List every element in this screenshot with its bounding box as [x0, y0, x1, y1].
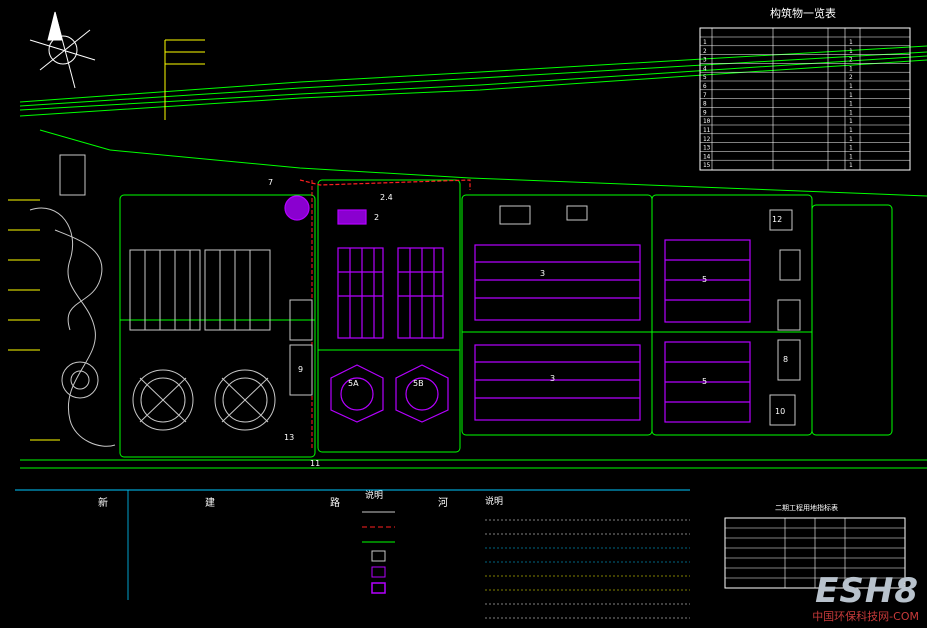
- unit-label-2: 2: [374, 213, 379, 222]
- red-boundary-line: [299, 179, 471, 190]
- table-row-number: 12: [703, 136, 711, 143]
- table-row-number: 1: [703, 39, 707, 46]
- table-row-number: 4: [703, 65, 707, 72]
- unit-label-3b: 3: [550, 374, 555, 383]
- table-row-qty: 2: [849, 74, 853, 81]
- watermark: ESH8 中国环保科技网-COM: [812, 574, 919, 624]
- table-row-qty: 1: [849, 127, 853, 134]
- watermark-site: 中国环保科技网-COM: [812, 610, 919, 623]
- table-row-number: 3: [703, 57, 707, 64]
- site-plan-drawing: 2 2.4 3 3 5 5 5A 5B 8 9 10 11 12 13 7 构筑…: [8, 6, 927, 619]
- landscape-area: [29, 154, 116, 447]
- road-char-4: 河: [438, 497, 448, 509]
- unit-label-5a: 5: [702, 275, 707, 284]
- table-row-number: 14: [703, 153, 711, 160]
- watermark-logo: ESH8: [815, 571, 919, 611]
- land-use-table-title: 二期工程用地指标表: [775, 503, 838, 512]
- unit-label-9: 9: [298, 365, 303, 374]
- legend-box-future: [371, 582, 386, 594]
- table-row-number: 11: [703, 127, 711, 134]
- table-row-qty: 1: [849, 109, 853, 116]
- unit-label-24: 2.4: [380, 193, 393, 202]
- table-row-number: 8: [703, 101, 707, 108]
- notes: 说明: [485, 495, 690, 619]
- table-row-qty: 2: [849, 57, 853, 64]
- unit-label-5A: 5A: [348, 379, 359, 388]
- legend-box-existing: [371, 550, 386, 562]
- table-row-number: 15: [703, 162, 711, 169]
- road-char-3: 路: [330, 496, 340, 509]
- unit-label-12: 12: [772, 215, 782, 224]
- table-row-number: 10: [703, 118, 711, 125]
- table-row-qty: 1: [849, 101, 853, 108]
- table-row-number: 2: [703, 48, 707, 55]
- table-row-qty: 1: [849, 39, 853, 46]
- table-row-number: 9: [703, 109, 707, 116]
- table-row-number: 6: [703, 83, 707, 90]
- legend: 说明: [362, 489, 395, 594]
- table-row-number: 5: [703, 74, 707, 81]
- road-char-2: 建: [205, 496, 215, 509]
- structures-table-rows: 1 12 13 24 15 26 17 18 19 110 111 112 113 114 115 1: [700, 36, 910, 169]
- north-arrow-icon: [29, 11, 96, 89]
- road-name: 新 建 路 河: [98, 496, 448, 509]
- table-row-qty: 1: [849, 162, 853, 169]
- site-roads: [19, 45, 927, 469]
- table-row-qty: 1: [849, 118, 853, 125]
- notes-title: 说明: [485, 495, 503, 507]
- table-row-qty: 1: [849, 48, 853, 55]
- table-row-qty: 1: [849, 145, 853, 152]
- table-row-qty: 1: [849, 65, 853, 72]
- table-row-qty: 1: [849, 92, 853, 99]
- legend-box-new: [371, 566, 386, 578]
- table-row-number: 13: [703, 145, 711, 152]
- unit-label-5B: 5B: [413, 379, 424, 388]
- unit-label-11: 11: [310, 459, 320, 468]
- road-char-1: 新: [98, 496, 108, 509]
- unit-label-10: 10: [775, 407, 785, 416]
- unit-label-5b: 5: [702, 377, 707, 386]
- table-row-qty: 1: [849, 83, 853, 90]
- structures-table: 构筑物一览表 1 12 13 24 15 26 17 18 19 110 111 112 113 114 1…: [699, 6, 911, 171]
- structures-table-title: 构筑物一览表: [770, 6, 836, 20]
- unit-label-3a: 3: [540, 269, 545, 278]
- unit-label-8: 8: [783, 355, 788, 364]
- unit-label-7: 7: [268, 178, 273, 187]
- table-row-qty: 1: [849, 136, 853, 143]
- legend-title: 说明: [365, 489, 383, 501]
- table-row-number: 7: [703, 92, 707, 99]
- unit-label-13: 13: [284, 433, 294, 442]
- table-row-qty: 1: [849, 153, 853, 160]
- new-units: [284, 195, 751, 423]
